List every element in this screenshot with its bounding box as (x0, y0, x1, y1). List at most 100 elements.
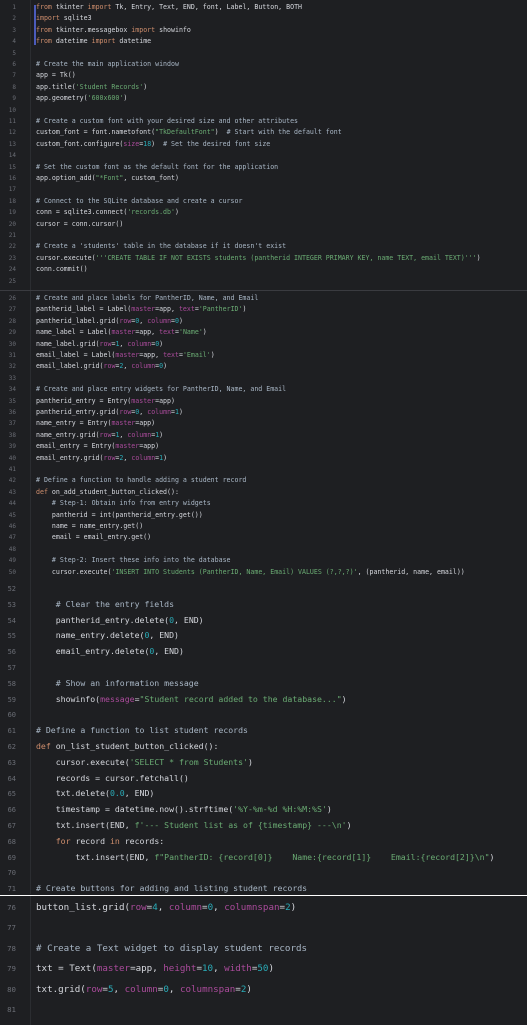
code-line[interactable]: 77 (0, 918, 527, 938)
code-line[interactable]: 50 cursor.execute('INSERT INTO Students … (0, 567, 527, 578)
code-text[interactable]: email_label.grid(row=2, column=0) (36, 361, 167, 372)
code-line[interactable]: 79 txt = Text(master=app, height=10, widt… (0, 959, 527, 979)
code-line[interactable]: 11 # Create a custom font with your desir… (0, 116, 527, 127)
code-text[interactable]: # Step-1: Obtain info from entry widgets (36, 498, 211, 509)
code-line[interactable]: 55 name_entry.delete(0, END) (0, 628, 527, 644)
code-line[interactable]: 42 # Define a function to handle adding a… (0, 475, 527, 486)
code-line[interactable]: 10 (0, 105, 527, 116)
code-line[interactable]: 22 # Create a 'students' table in the dat… (0, 241, 527, 252)
code-text[interactable]: pantherid_label.grid(row=0, column=0) (36, 316, 183, 327)
code-line[interactable]: 17 (0, 184, 527, 195)
code-text[interactable]: # Create a 'students' table in the datab… (36, 241, 286, 252)
code-text[interactable]: email_label = Label(master=app, text='Em… (36, 350, 215, 361)
code-line[interactable]: 15 # Set the custom font as the default f… (0, 162, 527, 173)
code-text[interactable]: # Create and place labels for PantherID,… (36, 293, 258, 304)
code-text[interactable]: import sqlite3 (36, 13, 92, 24)
code-line[interactable]: 37 name_entry = Entry(master=app) (0, 418, 527, 429)
code-text[interactable]: from tkinter.messagebox import showinfo (36, 25, 191, 36)
code-text[interactable]: from tkinter import Tk, Entry, Text, END… (36, 2, 302, 13)
code-text[interactable]: # Create buttons for adding and listing … (36, 881, 307, 894)
code-line[interactable]: 30 name_label.grid(row=1, column=0) (0, 339, 527, 350)
editor-pane-lower[interactable]: 52 53 # Clear the entry fields 54 pantheri… (0, 579, 527, 894)
code-text[interactable]: # Create a Text widget to display studen… (36, 939, 307, 959)
code-text[interactable]: pantherid_entry.grid(row=0, column=1) (36, 407, 183, 418)
code-text[interactable]: custom_font.configure(size=18) # Set the… (36, 139, 270, 150)
code-line[interactable]: 39 email_entry = Entry(master=app) (0, 441, 527, 452)
code-line[interactable]: 78 # Create a Text widget to display stud… (0, 939, 527, 959)
code-line[interactable]: 26 # Create and place labels for PantherI… (0, 293, 527, 304)
code-text[interactable]: # Start the main application loop (36, 1020, 219, 1025)
code-text[interactable]: def on_list_student_button_clicked(): (36, 739, 218, 755)
code-text[interactable]: txt.delete(0.0, END) (36, 786, 155, 802)
code-line[interactable]: 81 (0, 1000, 527, 1020)
code-line[interactable]: 5 (0, 48, 527, 59)
code-line[interactable]: 80 txt.grid(row=5, column=0, columnspan=2… (0, 980, 527, 1000)
code-text[interactable]: pantherid_entry = Entry(master=app) (36, 396, 175, 407)
code-line[interactable]: 71 # Create buttons for adding and listin… (0, 881, 527, 894)
code-text[interactable]: showinfo(message="Student record added t… (36, 692, 347, 708)
code-line[interactable]: 38 name_entry.grid(row=1, column=1) (0, 430, 527, 441)
code-text[interactable]: records = cursor.fetchall() (36, 771, 189, 787)
code-line[interactable]: 65 txt.delete(0.0, END) (0, 786, 527, 802)
code-line[interactable]: 6 # Create the main application window (0, 59, 527, 70)
code-line[interactable]: 9 app.geometry('600x600') (0, 93, 527, 104)
code-line[interactable]: 21 (0, 230, 527, 241)
code-line[interactable]: 34 # Create and place entry widgets for P… (0, 384, 527, 395)
code-text[interactable]: button_list.grid(row=4, column=0, column… (36, 898, 296, 918)
code-line[interactable]: 56 email_entry.delete(0, END) (0, 644, 527, 660)
code-text[interactable]: name_label = Label(master=app, text='Nam… (36, 327, 207, 338)
code-line[interactable]: 28 pantherid_label.grid(row=0, column=0) (0, 316, 527, 327)
code-text[interactable]: # Create and place entry widgets for Pan… (36, 384, 286, 395)
code-text[interactable]: conn = sqlite3.connect('records.db') (36, 207, 179, 218)
code-line[interactable]: 67 txt.insert(END, f'--- Student list as… (0, 818, 527, 834)
code-text[interactable]: app.title('Student Records') (36, 82, 147, 93)
code-line[interactable]: 82 # Start the main application loop (0, 1020, 527, 1025)
code-line[interactable]: 23 cursor.execute('''CREATE TABLE IF NOT … (0, 253, 527, 264)
code-line[interactable]: 40 email_entry.grid(row=2, column=1) (0, 453, 527, 464)
code-text[interactable]: txt.insert(END, f'--- Student list as of… (36, 818, 352, 834)
code-text[interactable]: txt.grid(row=5, column=0, columnspan=2) (36, 980, 252, 1000)
code-text[interactable]: email_entry.delete(0, END) (36, 644, 184, 660)
code-text[interactable]: timestamp = datetime.now().strftime('%Y-… (36, 802, 332, 818)
code-text[interactable]: name_label.grid(row=1, column=0) (36, 339, 163, 350)
code-text[interactable]: custom_font = font.nametofont("TkDefault… (36, 127, 342, 138)
code-text[interactable]: cursor.execute('INSERT INTO Students (Pa… (36, 567, 465, 578)
code-line[interactable]: 24 conn.commit() (0, 264, 527, 275)
code-line[interactable]: 49 # Step-2: Insert these info into the … (0, 555, 527, 566)
code-text[interactable]: cursor = conn.cursor() (36, 219, 123, 230)
code-line[interactable]: 63 cursor.execute('SELECT * from Student… (0, 755, 527, 771)
code-line[interactable]: 53 # Clear the entry fields (0, 597, 527, 613)
code-text[interactable]: conn.commit() (36, 264, 88, 275)
code-text[interactable]: app.option_add("*Font", custom_font) (36, 173, 179, 184)
code-line[interactable]: 64 records = cursor.fetchall() (0, 771, 527, 787)
code-text[interactable]: name_entry = Entry(master=app) (36, 418, 155, 429)
code-text[interactable]: # Define a function to list student reco… (36, 723, 248, 739)
code-text[interactable]: # Set the custom font as the default fon… (36, 162, 278, 173)
code-line[interactable]: 2 import sqlite3 (0, 13, 527, 24)
code-line[interactable]: 61 # Define a function to list student re… (0, 723, 527, 739)
code-line[interactable]: 54 pantherid_entry.delete(0, END) (0, 613, 527, 629)
code-line[interactable]: 35 pantherid_entry = Entry(master=app) (0, 396, 527, 407)
code-line[interactable]: 18 # Connect to the SQLite database and c… (0, 196, 527, 207)
code-line[interactable]: 57 (0, 660, 527, 676)
code-text[interactable]: cursor.execute('SELECT * from Students') (36, 755, 253, 771)
code-line[interactable]: 70 (0, 865, 527, 881)
code-line[interactable]: 29 name_label = Label(master=app, text='N… (0, 327, 527, 338)
code-text[interactable]: pantherid_label = Label(master=app, text… (36, 304, 246, 315)
code-text[interactable]: # Connect to the SQLite database and cre… (36, 196, 242, 207)
code-text[interactable]: app.geometry('600x600') (36, 93, 127, 104)
editor-pane-top[interactable]: 1 from tkinter import Tk, Entry, Text, EN… (0, 0, 527, 290)
code-text[interactable]: pantherid = int(pantherid_entry.get()) (36, 510, 203, 521)
code-text[interactable]: from datetime import datetime (36, 36, 151, 47)
code-line[interactable]: 19 conn = sqlite3.connect('records.db') (0, 207, 527, 218)
code-text[interactable]: def on_add_student_button_clicked(): (36, 487, 179, 498)
code-line[interactable]: 20 cursor = conn.cursor() (0, 219, 527, 230)
code-line[interactable]: 47 email = email_entry.get() (0, 532, 527, 543)
code-text[interactable]: email_entry = Entry(master=app) (36, 441, 159, 452)
code-text[interactable]: name_entry.delete(0, END) (36, 628, 179, 644)
code-text[interactable]: cursor.execute('''CREATE TABLE IF NOT EX… (36, 253, 481, 264)
code-text[interactable]: pantherid_entry.delete(0, END) (36, 613, 204, 629)
code-line[interactable]: 33 (0, 373, 527, 384)
code-line[interactable]: 16 app.option_add("*Font", custom_font) (0, 173, 527, 184)
code-line[interactable]: 12 custom_font = font.nametofont("TkDefau… (0, 127, 527, 138)
